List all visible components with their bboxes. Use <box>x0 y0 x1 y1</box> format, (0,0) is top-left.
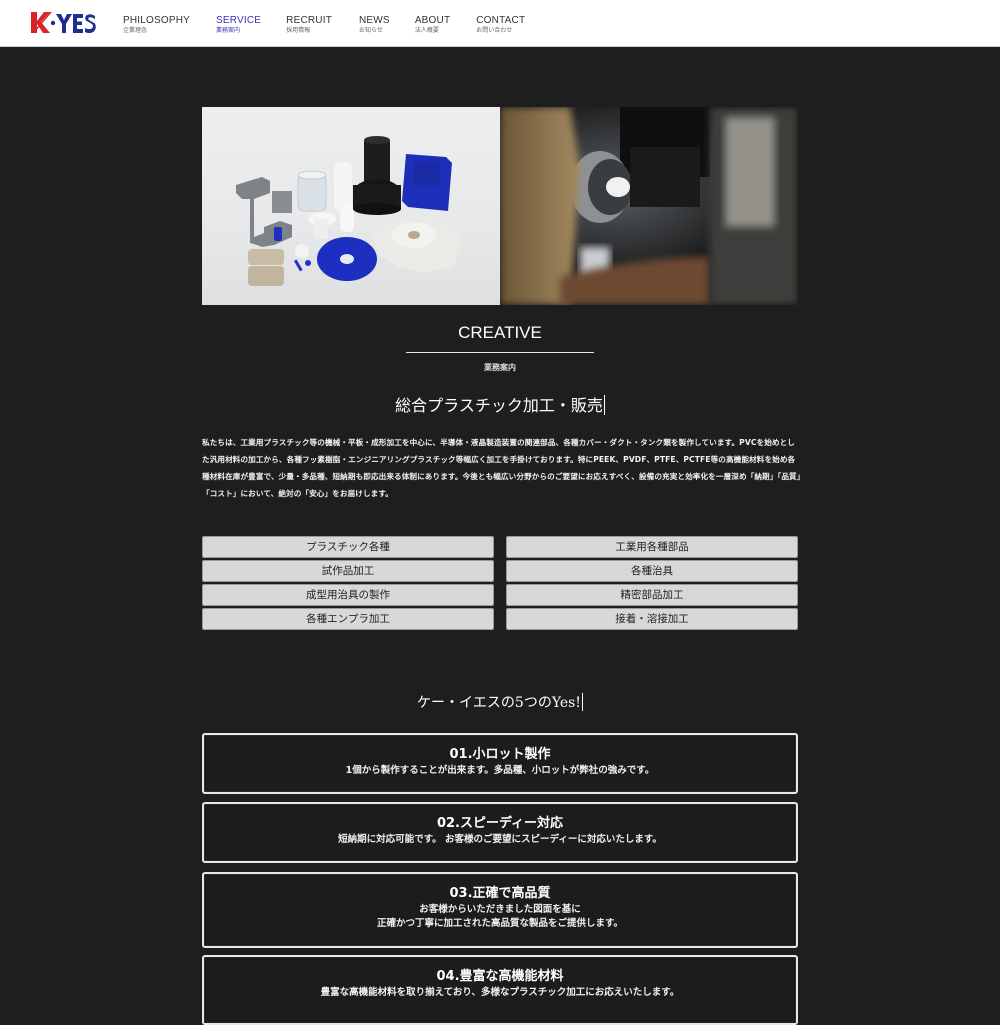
section-title: CREATIVE <box>458 323 542 342</box>
yes-card-title: 03.正確で高品質 <box>449 886 551 901</box>
yes-card: 04.豊富な高機能材料 豊富な高機能材料を取り揃えており、多様なプラスチック加工… <box>202 955 798 1025</box>
nav-service[interactable]: SERVICE 業務案内 <box>216 15 261 35</box>
logo-mark-icon <box>31 11 96 34</box>
nav-sublabel: 法人概要 <box>414 27 439 34</box>
yes-card-title: 01.小ロット製作 <box>449 747 551 762</box>
yes-card: 03.正確で高品質 お客様からいただきました図面を基に 正確かつ丁寧に加工された… <box>202 872 798 948</box>
nav-label: ABOUT <box>414 15 451 26</box>
service-button[interactable]: 工業用各種部品 <box>506 536 798 558</box>
site-header: PHILOSOPHY 企業理念 SERVICE 業務案内 RECRUIT 採用情… <box>0 0 1000 47</box>
yes-card-title: 04.豊富な高機能材料 <box>436 969 564 984</box>
services-grid: プラスチック各種 工業用各種部品 試作品加工 各種治具 成型用治具の製作 精密部… <box>202 536 798 630</box>
nav-news[interactable]: NEWS お知らせ <box>359 15 390 35</box>
text-caret <box>581 693 583 711</box>
service-button[interactable]: 試作品加工 <box>202 560 494 582</box>
nav-label: NEWS <box>359 15 390 26</box>
nav-label: SERVICE <box>216 15 262 26</box>
five-yes-heading: ケー・イエスの5つのYes! <box>0 692 1000 712</box>
main-heading: 総合プラスチック加工・販売 <box>0 392 1000 416</box>
yes-card: 01.小ロット製作 1個から製作することが出来ます。多品種、小ロットが弊社の強み… <box>202 733 798 794</box>
service-button[interactable]: 接着・溶接加工 <box>506 608 798 630</box>
nav-label: RECRUIT <box>286 15 332 26</box>
service-button[interactable]: プラスチック各種 <box>202 536 494 558</box>
title-divider <box>406 352 594 353</box>
yes-card-desc: 正確かつ丁寧に加工された高品質な製品をご提供します。 <box>376 918 624 929</box>
service-button[interactable]: 成型用治具の製作 <box>202 584 494 606</box>
nav-sublabel: お問い合わせ <box>476 27 513 34</box>
nav-contact[interactable]: CONTACT お問い合わせ <box>476 15 525 35</box>
machining-photo-image <box>500 107 798 305</box>
yes-card-desc: 豊富な高機能材料を取り揃えており、多様なプラスチック加工にお応えいたします。 <box>320 987 680 998</box>
nav-about[interactable]: ABOUT 法人概要 <box>415 15 450 35</box>
yes-card: 02.スピーディー対応 短納期に対応可能です。 お客様のご要望にスピーディーに対… <box>202 802 798 863</box>
nav-label: PHILOSOPHY <box>123 15 191 26</box>
yes-card-title: 02.スピーディー対応 <box>436 816 564 831</box>
five-yes-heading-text: ケー・イエスの5つのYes! <box>417 695 581 711</box>
nav-label: CONTACT <box>476 15 526 26</box>
main-heading-text: 総合プラスチック加工・販売 <box>395 396 603 415</box>
yes-card-desc: 短納期に対応可能です。 お客様のご要望にスピーディーに対応いたします。 <box>338 834 662 845</box>
nav-sublabel: 企業理念 <box>123 27 148 34</box>
service-button[interactable]: 各種エンプラ加工 <box>202 608 494 630</box>
nav-philosophy[interactable]: PHILOSOPHY 企業理念 <box>123 15 190 35</box>
nav-sublabel: 業務案内 <box>216 27 241 34</box>
service-button[interactable]: 各種治具 <box>506 560 798 582</box>
nav-sublabel: 採用情報 <box>286 27 311 34</box>
yes-card-desc: 1個から製作することが出来ます。多品種、小ロットが弊社の強みです。 <box>345 765 655 776</box>
section-subtitle: 業務案内 <box>484 363 516 372</box>
plastic-parts-image <box>202 107 500 305</box>
intro-paragraph: 私たちは、工業用プラスチック等の機械・平板・成形加工を中心に、半導体・液晶製造装… <box>202 438 801 498</box>
service-button[interactable]: 精密部品加工 <box>506 584 798 606</box>
nav-recruit[interactable]: RECRUIT 採用情報 <box>286 15 332 35</box>
nav-sublabel: お知らせ <box>359 27 383 34</box>
kyes-logo[interactable] <box>29 9 97 35</box>
hero-images <box>202 107 798 305</box>
yes-card-desc: お客様からいただきました図面を基に <box>419 904 581 915</box>
text-caret <box>603 395 605 415</box>
main-nav: PHILOSOPHY 企業理念 SERVICE 業務案内 RECRUIT 採用情… <box>123 15 551 35</box>
